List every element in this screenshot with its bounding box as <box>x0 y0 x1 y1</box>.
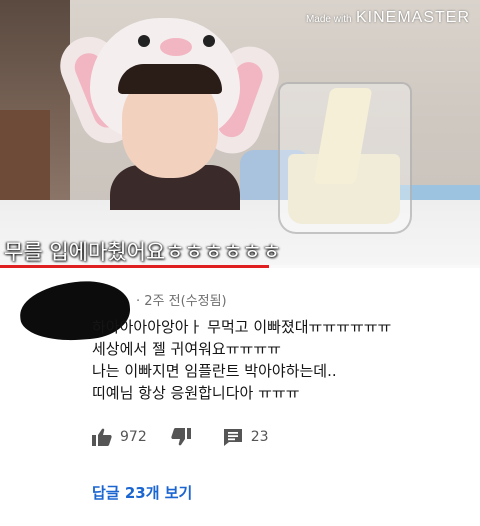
video-subtitle: 무를 입에마췄어요ㅎㅎㅎㅎㅎㅎ <box>4 240 282 264</box>
thumbs-up-icon <box>92 428 112 446</box>
hat-eye-left <box>138 35 150 47</box>
like-count: 972 <box>120 429 147 445</box>
child-hair <box>118 64 222 94</box>
hat-eye-right <box>203 35 215 47</box>
dislike-button[interactable] <box>171 428 199 446</box>
comment-line: 띠예님 항상 응원합니다아 ㅠㅠㅠ <box>92 384 300 402</box>
hat-nose <box>160 38 192 56</box>
reply-button[interactable]: 23 <box>223 428 269 446</box>
background-shelf <box>0 110 50 210</box>
comment-icon <box>223 429 242 446</box>
glass-cup <box>278 82 412 234</box>
comment-card: · 2주 전(수정됨) 하아아아아앙아ㅏ 무먹고 이빠졌대ㅠㅠㅠㅠㅠㅠ 세상에서… <box>0 268 480 526</box>
comment-line: 나는 이빠지면 임플란트 박아야하는데.. <box>92 362 337 380</box>
comment-meta: · 2주 전(수정됨) <box>136 294 227 309</box>
view-replies-link[interactable]: 답글 23개 보기 <box>92 482 192 503</box>
thumbs-down-icon <box>171 428 191 446</box>
reply-count: 23 <box>250 429 269 445</box>
comment-line: 하아아아아앙아ㅏ 무먹고 이빠졌대ㅠㅠㅠㅠㅠㅠ <box>92 318 392 336</box>
comment-actions: 972 23 <box>92 426 293 448</box>
comment-text: 하아아아아앙아ㅏ 무먹고 이빠졌대ㅠㅠㅠㅠㅠㅠ 세상에서 젤 귀여워요ㅠㅠㅠㅠ … <box>92 316 391 404</box>
video-frame[interactable]: Made with KINEMASTER 무를 입에마췄어요ㅎㅎㅎㅎㅎㅎ <box>0 0 480 268</box>
like-button[interactable]: 972 <box>92 428 147 446</box>
comment-line: 세상에서 젤 귀여워요ㅠㅠㅠㅠ <box>92 340 281 358</box>
kinemaster-watermark: Made with KINEMASTER <box>305 9 470 26</box>
